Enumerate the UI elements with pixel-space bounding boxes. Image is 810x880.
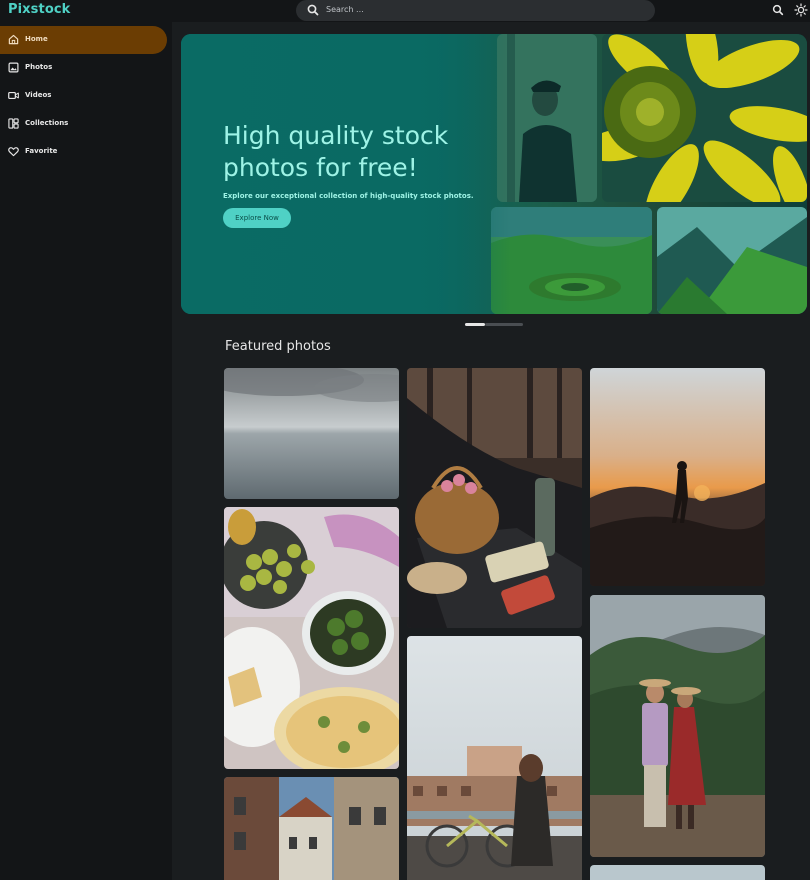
photo-card-street[interactable] (224, 777, 399, 880)
photo-card-food[interactable] (224, 507, 399, 769)
main-content: High quality stock photos for free! Expl… (172, 22, 810, 880)
collections-icon (8, 118, 19, 129)
photo-card-hiker[interactable] (590, 368, 765, 586)
explore-now-button[interactable]: Explore Now (223, 208, 291, 228)
search-input[interactable]: Search ... (326, 5, 364, 14)
street-image (224, 777, 399, 880)
photo-card-couple[interactable] (590, 595, 765, 857)
sidebar: Home Photos Videos Collections Favorite (0, 22, 172, 880)
couple-image (590, 595, 765, 857)
sidebar-item-label: Favorite (25, 147, 58, 155)
app-logo[interactable]: Pixstock (8, 2, 70, 17)
photo-card-picnic[interactable] (407, 368, 582, 628)
sidebar-item-label: Home (25, 35, 48, 43)
sunflower-image (602, 34, 807, 202)
hero-subtitle: Explore our exceptional collection of hi… (223, 192, 474, 200)
sidebar-item-favorite[interactable]: Favorite (0, 138, 167, 166)
sidebar-item-label: Collections (25, 119, 69, 127)
videos-icon (8, 91, 19, 100)
sidebar-item-collections[interactable]: Collections (0, 110, 167, 138)
search-bar[interactable]: Search ... (296, 0, 655, 21)
bicycle-image (407, 636, 582, 880)
top-header: Pixstock Search ... (0, 0, 810, 22)
featured-photos-title: Featured photos (225, 339, 331, 354)
hiker-image (590, 368, 765, 586)
photo-card-bicycle[interactable] (407, 636, 582, 880)
carousel-indicator[interactable] (465, 323, 523, 326)
carousel-indicator-active[interactable] (465, 323, 485, 326)
mountain-image (657, 207, 807, 314)
sidebar-item-label: Photos (25, 63, 53, 71)
sidebar-item-home[interactable]: Home (0, 26, 167, 54)
theme-toggle-icon[interactable] (794, 3, 808, 17)
valley-image (491, 207, 652, 314)
sea-image (224, 368, 399, 499)
home-icon (8, 34, 19, 45)
picnic-image (407, 368, 582, 628)
search-icon (307, 4, 319, 16)
photo-card-partial[interactable] (590, 865, 765, 880)
carousel-indicator-track[interactable] (485, 323, 523, 326)
hero-image-mountain[interactable] (657, 207, 807, 314)
partial-image (590, 865, 765, 880)
sidebar-item-label: Videos (25, 91, 52, 99)
hero-banner: High quality stock photos for free! Expl… (181, 34, 807, 314)
hero-title: High quality stock photos for free! (223, 121, 449, 182)
heart-icon (8, 147, 19, 157)
search-icon[interactable] (771, 3, 785, 17)
sidebar-item-photos[interactable]: Photos (0, 54, 167, 82)
food-image (224, 507, 399, 769)
photo-card-sea[interactable] (224, 368, 399, 499)
hero-image-sunflower[interactable] (602, 34, 807, 202)
hero-image-valley[interactable] (491, 207, 652, 314)
sidebar-item-videos[interactable]: Videos (0, 82, 167, 110)
photos-icon (8, 62, 19, 73)
